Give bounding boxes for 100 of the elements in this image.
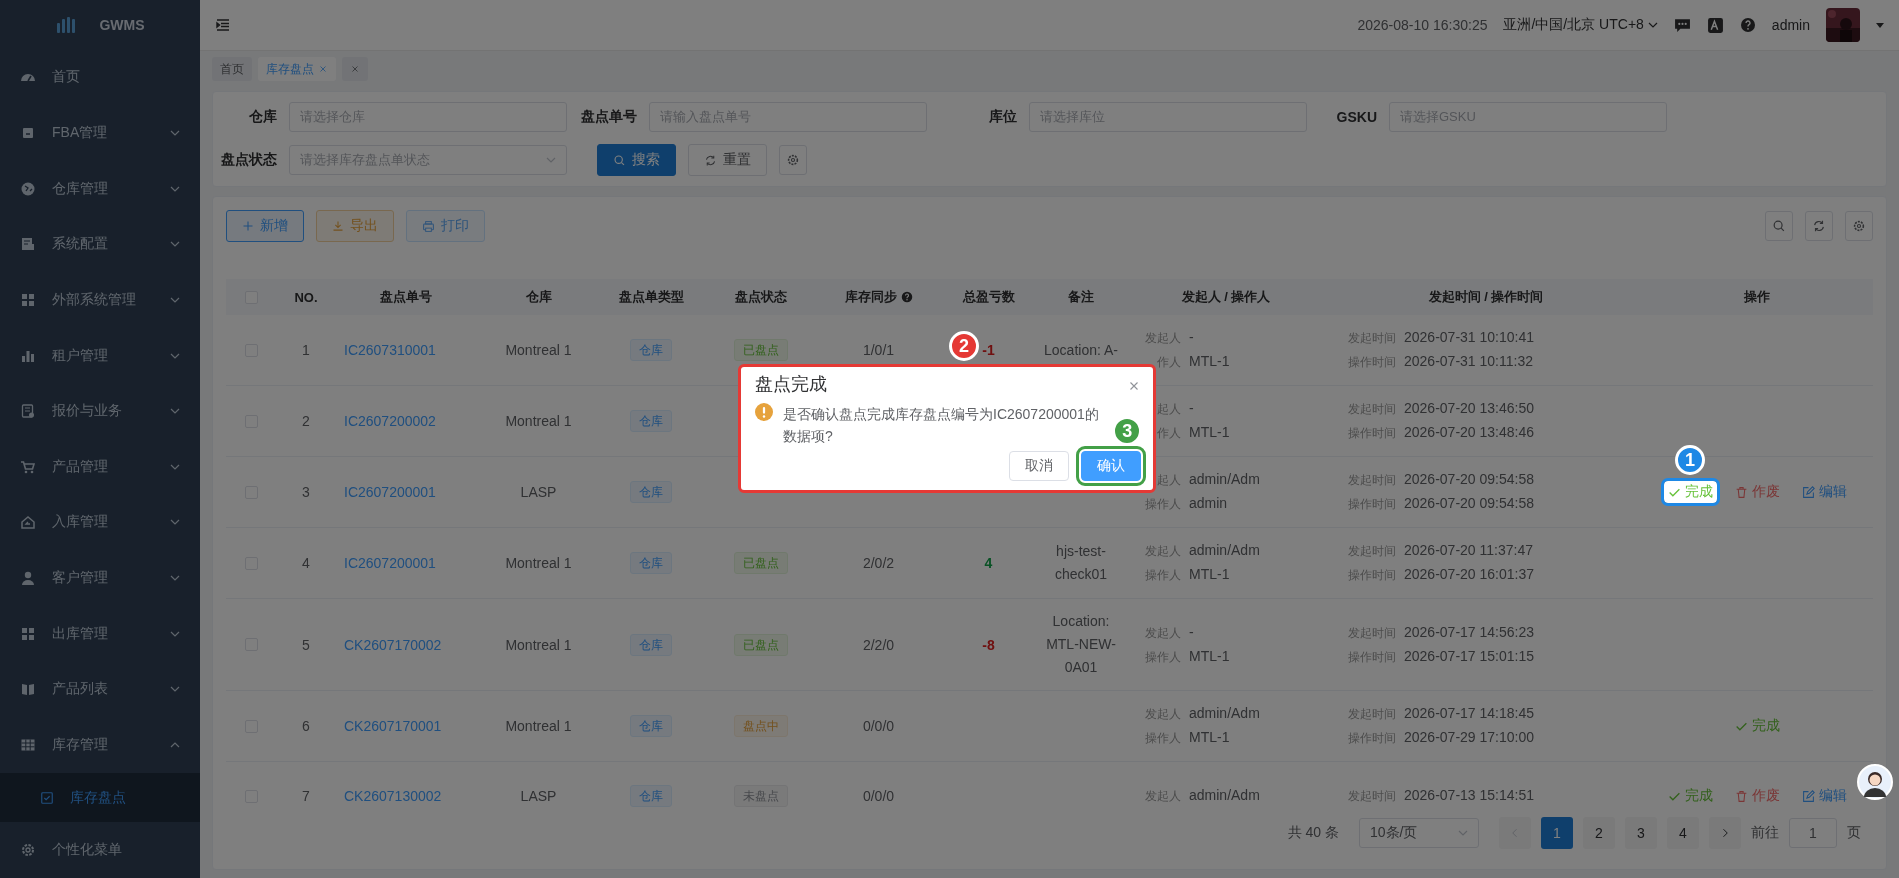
house-icon (20, 514, 36, 531)
dialog-title: 盘点完成 (755, 373, 828, 395)
export-button[interactable]: 导出 (316, 210, 394, 242)
printer-icon (422, 219, 435, 233)
page-tab[interactable]: 库存盘点 (258, 57, 336, 81)
sidebar-item[interactable]: 租户管理 (0, 327, 200, 384)
person-name: MTL-1 (1189, 646, 1230, 666)
timezone-select[interactable]: 亚洲/中国/北京 UTC+8 (1503, 16, 1658, 34)
complete-action[interactable]: 完成 (1730, 715, 1784, 737)
profit-loss-count: -1 (982, 342, 995, 358)
document-icon (20, 236, 36, 253)
username[interactable]: admin (1771, 17, 1810, 33)
complete-action[interactable]: 完成 (1663, 785, 1717, 807)
void-action[interactable]: 作废 (1730, 481, 1784, 503)
page-button[interactable]: 2 (1583, 817, 1615, 849)
sidebar-item[interactable]: 外部系统管理 (0, 272, 200, 328)
search-button[interactable]: 搜索 (597, 144, 676, 176)
goto-label: 前往 (1751, 824, 1779, 842)
sync-count: 2/0/2 (862, 555, 895, 571)
person-name: admin/Adm (1189, 470, 1260, 489)
sidebar-item[interactable]: 报价与业务 (0, 383, 200, 440)
page-tab[interactable]: 首页 (212, 57, 252, 81)
field-label: 盘点状态 (220, 151, 278, 169)
note-text: 0A01 (1064, 658, 1098, 677)
status-tag: 已盘点 (734, 633, 788, 656)
settings-button[interactable] (779, 145, 807, 175)
profit-loss-count: -8 (982, 636, 995, 653)
void-action[interactable]: 作废 (1730, 785, 1784, 807)
field-label: GSKU (1335, 109, 1378, 125)
close-icon (350, 64, 360, 74)
warehouse-name: Montreal 1 (505, 718, 572, 734)
sync-count: 0/0/0 (862, 788, 895, 804)
sidebar-item[interactable]: FBA管理 (0, 105, 200, 161)
order-link[interactable]: CK2607130002 (344, 788, 442, 804)
step-number-badge: 1 (1675, 445, 1705, 475)
sidebar-item[interactable]: 产品管理 (0, 439, 200, 495)
settings-icon (786, 153, 800, 167)
sidebar-item[interactable]: 客户管理 (0, 550, 200, 606)
sidebar-item[interactable]: 产品列表 (0, 661, 200, 718)
timestamp: 2026-07-17 15:01:15 (1404, 646, 1534, 666)
column-header: 操作 (1744, 288, 1770, 306)
refresh-button[interactable] (1805, 211, 1833, 241)
warehouse-name: Montreal 1 (505, 342, 572, 358)
sidebar-item[interactable]: 首页 (0, 49, 200, 106)
column-header: 盘点单类型 (618, 288, 684, 306)
sidebar-item[interactable]: 出库管理 (0, 605, 200, 662)
page-button[interactable]: 3 (1625, 817, 1657, 849)
add-button[interactable]: 新增 (226, 210, 304, 242)
note-text: Location: (1052, 612, 1110, 631)
sidebar-subitem[interactable]: 库存盘点 (0, 772, 200, 823)
close-tabs-button[interactable] (342, 57, 368, 81)
timestamp: 2026-07-20 09:54:58 (1404, 470, 1534, 489)
date-time: 2026-08-10 16:30:25 (1357, 17, 1488, 33)
next-page-button[interactable] (1709, 817, 1741, 849)
trash-icon (1734, 485, 1748, 499)
help-icon (1739, 17, 1756, 33)
order-link[interactable]: IC2607310001 (344, 342, 436, 358)
timestamp: 2026-07-31 10:10:41 (1404, 328, 1534, 347)
timestamp: 2026-07-20 09:54:58 (1404, 494, 1534, 513)
checkbox-icon (40, 790, 54, 805)
grid-icon (20, 291, 36, 308)
page-button[interactable]: 4 (1667, 817, 1699, 849)
order-link[interactable]: IC2607200001 (344, 484, 436, 500)
type-tag: 仓库 (630, 633, 672, 656)
type-tag: 仓库 (630, 339, 672, 361)
person-name: MTL-1 (1189, 728, 1230, 747)
order-link[interactable]: IC2607200001 (344, 555, 436, 571)
column-header: 盘点单号 (380, 288, 432, 306)
page-input[interactable]: 1 (1789, 818, 1837, 848)
row-number: 6 (302, 718, 310, 734)
sidebar-item[interactable]: 库存管理 (0, 717, 200, 773)
translate-icon (1706, 16, 1724, 34)
reset-button[interactable]: 重置 (688, 144, 767, 176)
cancel-button[interactable]: 取消 (1009, 451, 1069, 481)
sidebar-item[interactable]: 入库管理 (0, 494, 200, 551)
column-header: 发起人 / 操作人 (1181, 288, 1271, 306)
assistant-avatar-icon[interactable] (1857, 764, 1893, 800)
field-label: 库位 (988, 108, 1018, 126)
sidebar-item[interactable]: 仓库管理 (0, 160, 200, 217)
sidebar-item[interactable]: 系统配置 (0, 216, 200, 273)
person-name: - (1189, 399, 1194, 418)
search-button[interactable] (1765, 211, 1793, 241)
page-size-select[interactable]: 10条/页 (1359, 818, 1479, 848)
sync-count: 2/2/0 (862, 636, 895, 653)
order-link[interactable]: CK2607170002 (344, 636, 442, 653)
column-header: 发起时间 / 操作时间 (1428, 288, 1544, 306)
sync-count: 1/0/1 (862, 342, 895, 358)
sidebar-item[interactable]: 个性化菜单 (0, 822, 200, 878)
order-link[interactable]: CK2607170001 (344, 718, 442, 734)
search-icon (1772, 219, 1786, 233)
settings-button[interactable] (1845, 211, 1873, 241)
person-name: admin/Adm (1189, 786, 1260, 805)
order-link[interactable]: IC2607200002 (344, 413, 436, 429)
page-label: 页 (1847, 824, 1861, 842)
timestamp: 2026-07-29 17:10:00 (1404, 728, 1534, 747)
page-button[interactable]: 1 (1541, 817, 1573, 849)
menu-icon (215, 17, 231, 33)
edit-action[interactable]: 编辑 (1797, 481, 1851, 503)
edit-action[interactable]: 编辑 (1797, 785, 1851, 807)
person-name: admin/Adm (1189, 704, 1260, 723)
